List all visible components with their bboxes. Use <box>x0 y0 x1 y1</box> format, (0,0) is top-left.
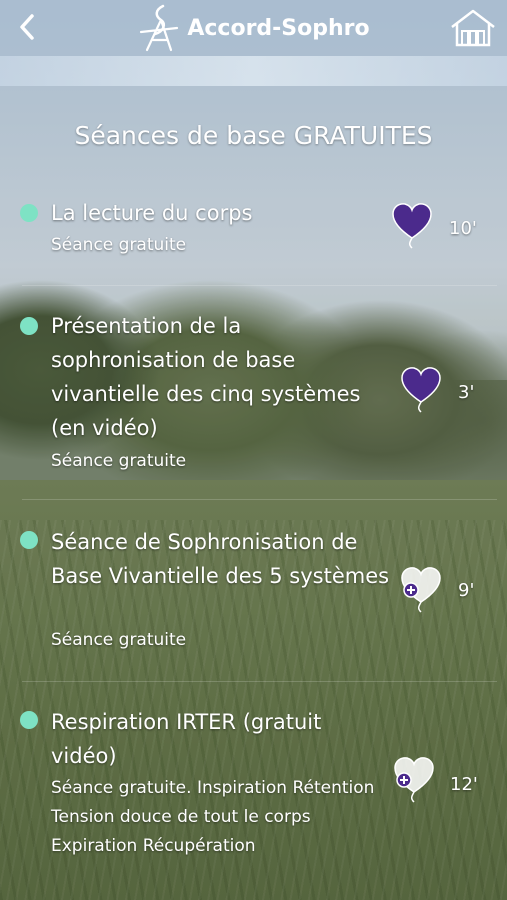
app-header: Accord-Sophro <box>0 0 507 56</box>
filled-heart-icon[interactable] <box>391 202 433 250</box>
session-duration: 12' <box>450 774 478 795</box>
session-duration: 10' <box>449 218 477 239</box>
session-title: Séance de Sophronisation de Base Vivanti… <box>51 530 390 588</box>
session-subtitle: Séance gratuite. Inspiration Rétention T… <box>51 778 375 856</box>
chevron-left-icon <box>20 14 34 40</box>
app-title: Accord-Sophro <box>187 15 370 41</box>
brand: Accord-Sophro <box>137 2 370 54</box>
bullet-dot <box>20 711 38 729</box>
list-item[interactable]: La lecture du corps Séance gratuite 10' <box>0 190 507 286</box>
bullet-dot <box>20 204 38 222</box>
session-title: La lecture du corps <box>51 201 253 225</box>
list-item[interactable]: Séance de Sophronisation de Base Vivanti… <box>0 520 507 682</box>
add-heart-icon[interactable] <box>400 566 442 614</box>
session-subtitle: Séance gratuite <box>51 451 187 471</box>
bullet-dot <box>20 531 38 549</box>
page-title: Séances de base GRATUITES <box>74 121 433 150</box>
add-heart-icon[interactable] <box>393 756 435 804</box>
session-title: Respiration IRTER (gratuit vidéo) <box>51 710 322 768</box>
filled-heart-icon[interactable] <box>400 366 442 414</box>
session-subtitle: Séance gratuite <box>51 630 187 650</box>
header-subbar <box>0 56 507 86</box>
home-button[interactable] <box>447 6 499 50</box>
session-duration: 3' <box>458 382 475 403</box>
list-item[interactable]: Présentation de la sophronisation de bas… <box>0 306 507 500</box>
back-button[interactable] <box>10 10 44 44</box>
bullet-dot <box>20 317 38 335</box>
session-title: Présentation de la sophronisation de bas… <box>51 314 361 440</box>
main-content: Séances de base GRATUITES <box>0 86 507 158</box>
session-duration: 9' <box>458 580 475 601</box>
list-item[interactable]: Respiration IRTER (gratuit vidéo) Séance… <box>0 700 507 880</box>
sophrology-logo-icon <box>140 4 179 52</box>
session-subtitle: Séance gratuite <box>51 235 187 255</box>
house-icon <box>451 9 495 47</box>
